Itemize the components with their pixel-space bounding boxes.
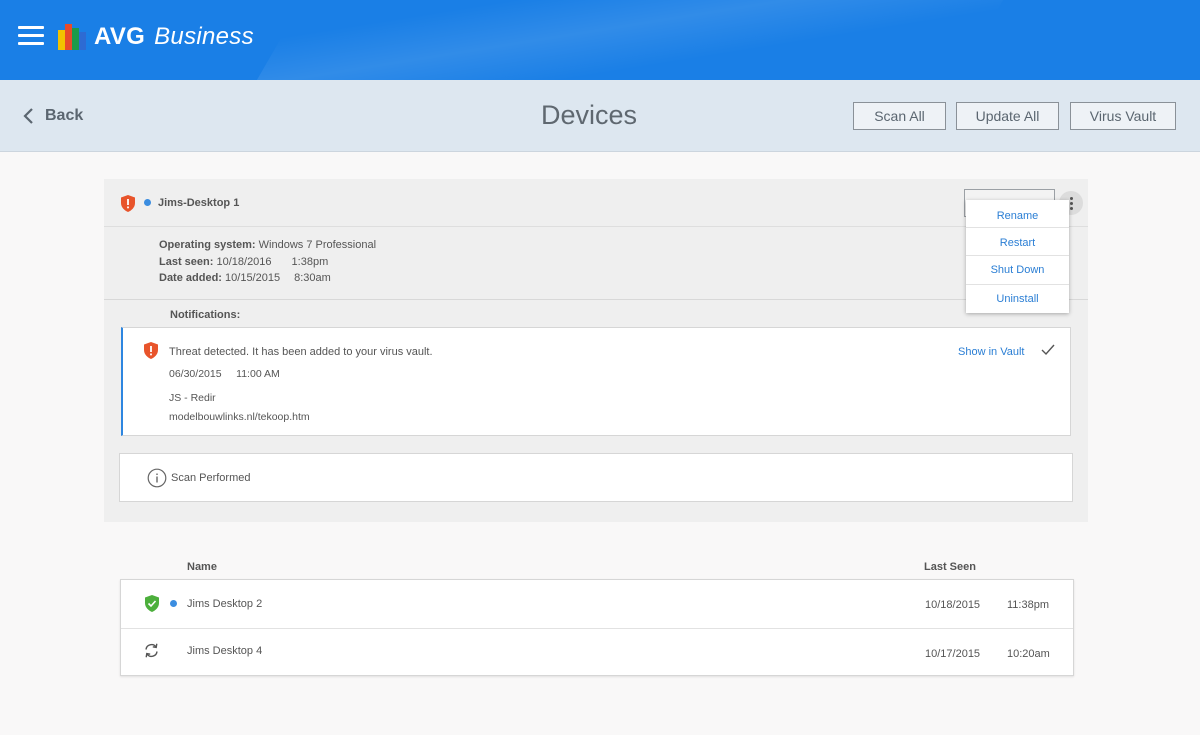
- avg-logo-icon: [58, 24, 86, 50]
- threat-url: modelbouwlinks.nl/tekoop.htm: [169, 411, 310, 423]
- menu-item-uninstall[interactable]: Uninstall: [966, 293, 1069, 305]
- menu-icon[interactable]: [18, 26, 44, 46]
- checkmark-icon[interactable]: [1040, 343, 1056, 357]
- online-status-dot: [170, 600, 177, 607]
- menu-item-shut-down[interactable]: Shut Down: [966, 264, 1069, 276]
- device-name: Jims Desktop 2: [187, 598, 263, 610]
- sync-icon: [145, 643, 158, 658]
- last-seen-date: 10/17/2015: [925, 648, 981, 660]
- update-all-button[interactable]: Update All: [956, 102, 1059, 130]
- top-bar: AVG Business: [0, 0, 1200, 80]
- device-details: Operating system: Windows 7 Professional…: [159, 239, 377, 284]
- info-icon: [147, 468, 167, 488]
- table-row[interactable]: Jims Desktop 2 10/18/2015 11:38pm: [121, 580, 1073, 629]
- shield-check-icon: [145, 595, 159, 612]
- virus-vault-button[interactable]: Virus Vault: [1070, 102, 1176, 130]
- notifications-heading: Notifications:: [170, 309, 241, 321]
- os-value: Windows 7 Professional: [258, 239, 377, 251]
- column-header-last-seen[interactable]: Last Seen: [924, 561, 976, 573]
- shield-alert-icon: [121, 195, 135, 212]
- threat-name: JS - Redir: [169, 392, 216, 404]
- date-added-time: 8:30am: [294, 272, 331, 284]
- device-table: Jims Desktop 2 10/18/2015 11:38pm Jims D…: [120, 579, 1074, 676]
- menu-item-restart[interactable]: Restart: [966, 237, 1069, 249]
- device-card-header: Jims-Desktop 1: [104, 179, 1088, 227]
- shield-alert-icon: [144, 342, 158, 359]
- scan-notification: Scan Performed: [119, 453, 1073, 502]
- page-header: Back Devices Scan All Update All Virus V…: [0, 80, 1200, 152]
- last-seen-date: 10/18/2015: [925, 599, 981, 611]
- device-name: Jims Desktop 4: [187, 645, 263, 657]
- device-name: Jims-Desktop 1: [158, 197, 240, 209]
- last-seen-date: 10/18/2016: [216, 255, 272, 268]
- device-context-menu: Rename Restart Shut Down Uninstall: [966, 200, 1069, 313]
- column-header-name[interactable]: Name: [187, 561, 217, 573]
- show-in-vault-link[interactable]: Show in Vault: [958, 346, 1024, 358]
- last-seen-time: 1:38pm: [291, 255, 329, 268]
- threat-datetime: 06/30/2015 11:00 AM: [169, 368, 280, 380]
- last-seen-time: 10:20am: [1007, 648, 1050, 660]
- date-added-date: 10/15/2015: [225, 272, 281, 284]
- online-status-dot: [144, 199, 151, 206]
- threat-title: Threat detected. It has been added to yo…: [169, 346, 433, 358]
- table-row[interactable]: Jims Desktop 4 10/17/2015 10:20am: [121, 629, 1073, 677]
- last-seen-time: 11:38pm: [1007, 599, 1049, 611]
- scan-all-button[interactable]: Scan All: [853, 102, 946, 130]
- menu-item-rename[interactable]: Rename: [966, 210, 1069, 222]
- brand-title: AVG Business: [94, 23, 254, 50]
- scan-performed-label: Scan Performed: [171, 472, 251, 484]
- threat-notification: Threat detected. It has been added to yo…: [121, 327, 1071, 436]
- device-card: Jims-Desktop 1 Operating system: Windows…: [104, 179, 1088, 522]
